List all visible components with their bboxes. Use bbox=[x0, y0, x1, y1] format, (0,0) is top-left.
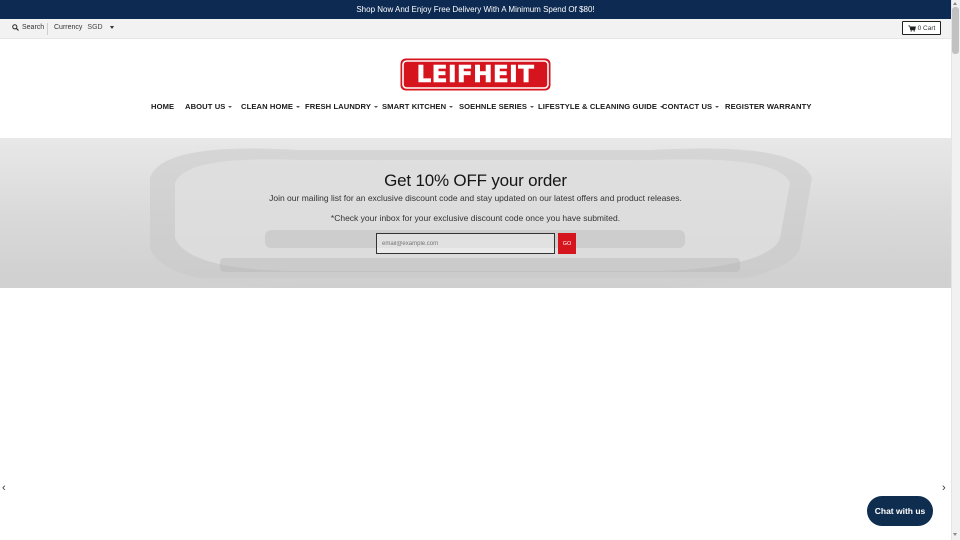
announcement-text: Shop Now And Enjoy Free Delivery With A … bbox=[356, 5, 595, 14]
nav-item-label: CLEAN HOME bbox=[241, 102, 294, 111]
newsletter-content: Get 10% OFF your order Join our mailing … bbox=[0, 138, 951, 288]
logo-text: LEIFHEIT bbox=[416, 61, 535, 88]
scrollbar[interactable] bbox=[951, 0, 960, 540]
promo-subtitle: Join our mailing list for an exclusive d… bbox=[269, 193, 682, 203]
search-link[interactable]: Search bbox=[12, 24, 44, 31]
nav-item-register-warranty[interactable]: REGISTER WARRANTY bbox=[725, 102, 812, 111]
chat-button[interactable]: Chat with us bbox=[867, 496, 933, 526]
subscribe-button[interactable]: GO bbox=[558, 233, 576, 254]
currency-selector[interactable]: Currency SGD bbox=[54, 24, 114, 31]
promo-title: Get 10% OFF your order bbox=[384, 171, 567, 190]
nav-item-label: FRESH LAUNDRY bbox=[305, 102, 371, 111]
nav-item-label: REGISTER WARRANTY bbox=[725, 102, 812, 111]
chevron-down-icon bbox=[109, 26, 114, 29]
chevron-down-icon bbox=[228, 105, 233, 108]
currency-value: SGD bbox=[87, 24, 103, 31]
scrollbar-thumb[interactable] bbox=[952, 7, 959, 54]
chevron-down-icon bbox=[374, 105, 378, 108]
nav-item-contact-us[interactable]: CONTACT US bbox=[662, 102, 720, 111]
search-label: Search bbox=[22, 24, 45, 31]
currency-label: Currency bbox=[54, 24, 83, 31]
nav-item-soehnle-series[interactable]: SOEHNLE SERIES bbox=[459, 102, 535, 111]
chevron-right-icon[interactable]: › bbox=[942, 482, 946, 494]
cart-icon bbox=[907, 24, 916, 32]
scroll-up-icon[interactable] bbox=[953, 2, 957, 5]
nav-item-about-us[interactable]: ABOUT US bbox=[185, 102, 233, 111]
promo-note: *Check your inbox for your exclusive dis… bbox=[330, 213, 621, 223]
chat-label: Chat with us bbox=[874, 506, 926, 516]
chevron-down-icon bbox=[296, 105, 301, 108]
cart-label: 0 Cart bbox=[917, 24, 936, 32]
nav-item-home[interactable]: HOME bbox=[151, 102, 174, 111]
nav-item-label: CONTACT US bbox=[662, 102, 713, 111]
nav-item-label: HOME bbox=[151, 102, 175, 111]
nav-item-label: SMART KITCHEN bbox=[382, 102, 447, 111]
newsletter-section: Get 10% OFF your order Join our mailing … bbox=[0, 138, 951, 288]
brand-logo[interactable]: LEIFHEIT bbox=[400, 58, 551, 91]
chevron-down-icon bbox=[530, 105, 535, 108]
email-input[interactable] bbox=[376, 233, 555, 254]
nav-item-smart-kitchen[interactable]: SMART KITCHEN bbox=[382, 102, 454, 111]
search-icon bbox=[12, 24, 19, 31]
main-navigation: HOME ABOUT US CLEAN HOME FRESH LAUNDRY S… bbox=[0, 102, 951, 116]
chevron-left-icon[interactable]: ‹ bbox=[2, 482, 6, 494]
chevron-down-icon bbox=[715, 105, 720, 108]
nav-item-label: ABOUT US bbox=[185, 102, 226, 111]
topbar-divider bbox=[47, 23, 48, 35]
chevron-down-icon bbox=[449, 105, 454, 108]
scroll-down-icon[interactable] bbox=[953, 533, 957, 536]
nav-item-label: SOEHNLE SERIES bbox=[459, 102, 528, 111]
nav-item-label: LIFESTYLE & CLEANING GUIDE bbox=[538, 102, 658, 111]
nav-item-clean-home[interactable]: CLEAN HOME bbox=[241, 102, 301, 111]
utility-bar: Search Currency SGD 0 Cart bbox=[0, 19, 951, 39]
announcement-bar: Shop Now And Enjoy Free Delivery With A … bbox=[0, 0, 951, 19]
nav-item-lifestyle-cleaning-guide[interactable]: LIFESTYLE & CLEANING GUIDE bbox=[538, 102, 665, 111]
nav-item-fresh-laundry[interactable]: FRESH LAUNDRY bbox=[305, 102, 378, 111]
cart-button[interactable]: 0 Cart bbox=[902, 21, 941, 35]
